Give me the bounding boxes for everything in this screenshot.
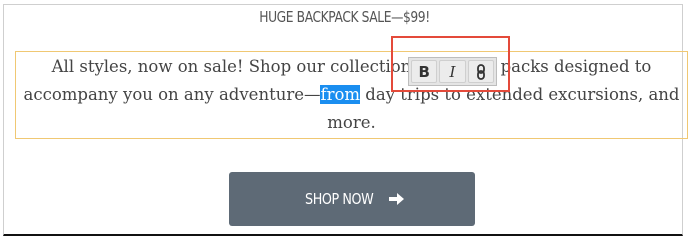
sale-headline[interactable]: HUGE BACKPACK SALE—$99! bbox=[62, 8, 627, 26]
bold-button[interactable]: B bbox=[411, 60, 438, 83]
inline-format-toolbar: B I bbox=[408, 57, 497, 86]
link-button[interactable] bbox=[467, 60, 494, 83]
selected-text[interactable]: from bbox=[320, 85, 361, 104]
link-icon bbox=[476, 63, 485, 80]
arrow-right-icon bbox=[389, 193, 405, 205]
body-text-after[interactable]: day trips to extended excursions, and mo… bbox=[327, 85, 679, 132]
italic-button[interactable]: I bbox=[439, 60, 466, 83]
shop-now-button[interactable]: SHOP NOW bbox=[229, 172, 475, 226]
body-paragraph[interactable]: All styles, now on sale! Shop our collec… bbox=[17, 53, 686, 137]
shop-now-label: SHOP NOW bbox=[304, 190, 374, 208]
